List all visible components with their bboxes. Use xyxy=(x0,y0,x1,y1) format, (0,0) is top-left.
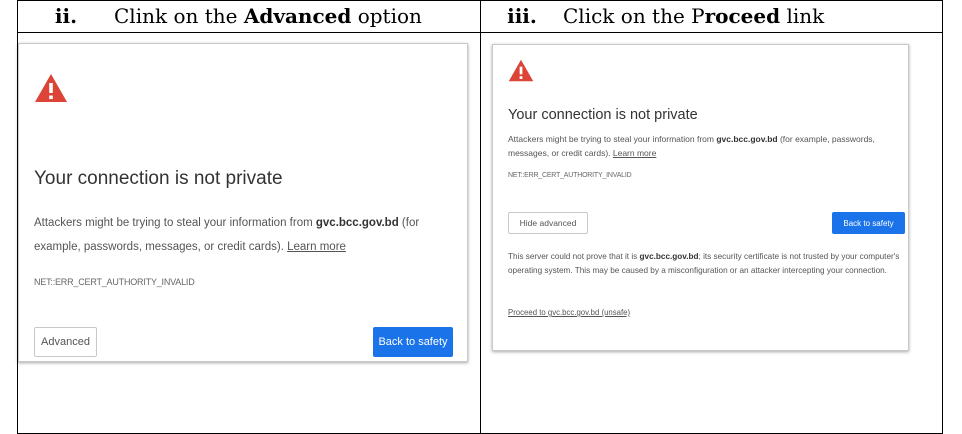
step-ii-content-cell: Your connection is not private Attackers… xyxy=(17,32,481,434)
proceed-unsafe-link[interactable]: Proceed to gvc.bcc.gov.bd (unsafe) xyxy=(508,308,630,317)
step-ii-header-cell: ii. Clink on the Advanced option xyxy=(17,0,481,33)
message-domain: gvc.bcc.gov.bd xyxy=(315,217,399,229)
error-code: NET::ERR_CERT_AUTHORITY_INVALID xyxy=(508,172,632,179)
message-prefix: Attackers might be trying to steal your … xyxy=(508,134,717,144)
advanced-button[interactable]: Advanced xyxy=(34,327,97,357)
page-title: Your connection is not private xyxy=(508,107,698,123)
step-iii-content-cell: Your connection is not private Attackers… xyxy=(480,32,943,434)
step-ii-text-suffix: option xyxy=(351,4,422,28)
error-message: Attackers might be trying to steal your … xyxy=(508,132,898,160)
page-title: Your connection is not private xyxy=(34,168,283,189)
step-ii-text-prefix: Clink on the xyxy=(114,4,244,28)
step-iii-header-cell: iii. Click on the Proceed link xyxy=(480,0,943,33)
step-iii-text-prefix: Click on the P xyxy=(563,4,705,28)
error-code: NET::ERR_CERT_AUTHORITY_INVALID xyxy=(34,277,195,287)
step-iii-text-suffix: link xyxy=(780,4,825,28)
details-domain: gvc.bcc.gov.bd xyxy=(639,252,699,261)
step-ii-number: ii. xyxy=(54,4,78,28)
back-to-safety-button[interactable]: Back to safety xyxy=(832,212,905,234)
message-prefix: Attackers might be trying to steal your … xyxy=(34,217,316,229)
warning-triangle-icon xyxy=(508,59,534,82)
warning-triangle-icon xyxy=(35,74,67,102)
table-content-row: Your connection is not private Attackers… xyxy=(17,32,943,434)
instruction-table: ii. Clink on the Advanced option iii. Clic… xyxy=(17,0,943,434)
privacy-error-screenshot-proceed: Your connection is not private Attackers… xyxy=(492,44,909,351)
learn-more-link[interactable]: Learn more xyxy=(287,241,346,253)
hide-advanced-button[interactable]: Hide advanced xyxy=(508,212,588,234)
privacy-error-screenshot-advanced: Your connection is not private Attackers… xyxy=(18,43,468,362)
step-iii-number: iii. xyxy=(507,4,537,28)
error-message: Attackers might be trying to steal your … xyxy=(34,211,454,259)
step-ii-label: ii. Clink on the Advanced option xyxy=(18,1,480,32)
certificate-details: This server could not prove that it is g… xyxy=(508,250,900,278)
step-iii-text-bold: roceed xyxy=(704,4,781,28)
step-iii-label: iii. Click on the Proceed link xyxy=(481,1,942,32)
table-header-row: ii. Clink on the Advanced option iii. Clic… xyxy=(17,0,943,33)
step-ii-text-bold: Advanced xyxy=(243,4,352,28)
details-prefix: This server could not prove that it is xyxy=(508,252,640,261)
back-to-safety-button[interactable]: Back to safety xyxy=(373,327,453,357)
message-domain: gvc.bcc.gov.bd xyxy=(716,134,778,144)
learn-more-link[interactable]: Learn more xyxy=(613,148,656,158)
